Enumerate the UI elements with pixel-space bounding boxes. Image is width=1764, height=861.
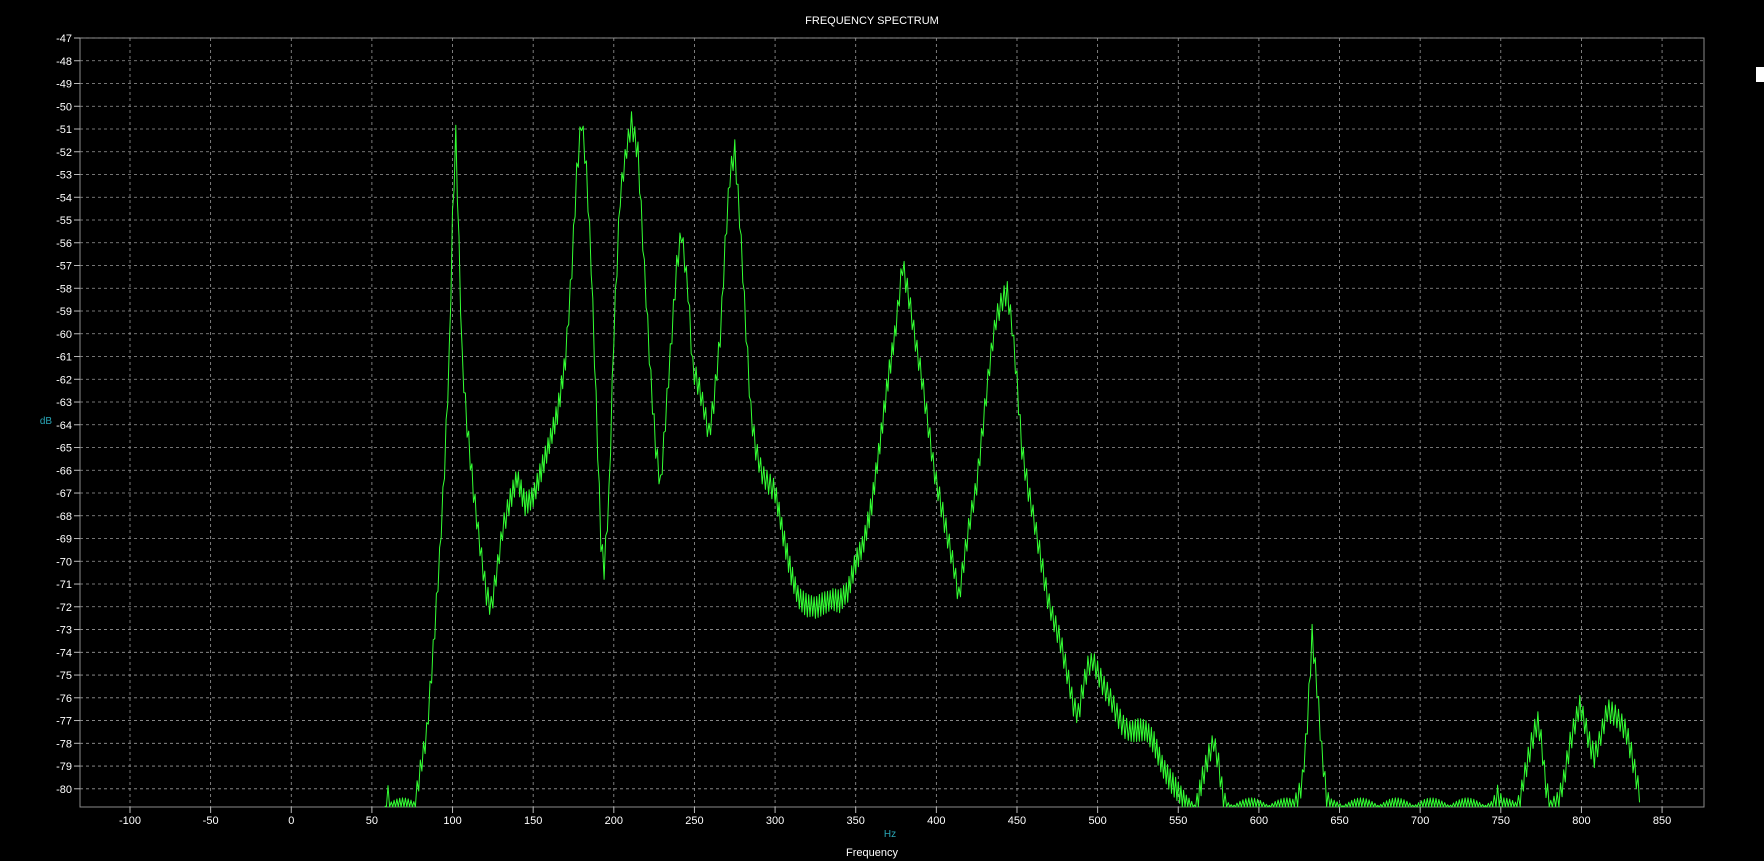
x-tick-label: 600: [1250, 815, 1268, 827]
y-tick-label: -70: [56, 556, 72, 568]
y-tick-label: -77: [56, 716, 72, 728]
y-axis-label: dB: [40, 416, 53, 427]
x-tick-label: 850: [1653, 815, 1671, 827]
y-tick-label: -53: [56, 170, 72, 182]
x-tick-label: 150: [524, 815, 542, 827]
y-tick-label: -69: [56, 534, 72, 546]
y-tick-label: -58: [56, 283, 72, 295]
x-tick-label: 750: [1492, 815, 1510, 827]
series-layer: [384, 111, 1640, 808]
y-tick-label: -61: [56, 352, 72, 364]
y-tick-label: -48: [56, 56, 72, 68]
chart-title: FREQUENCY SPECTRUM: [805, 15, 939, 27]
y-tick-label: -57: [56, 261, 72, 273]
y-axis-ticks: -47 -48 -49 -50 -51 -52 -53 -54 -55 -56 -57 -58 -59 -…: [56, 33, 80, 796]
x-tick-label: 200: [605, 815, 623, 827]
y-tick-label: -64: [56, 420, 72, 432]
y-tick-label: -73: [56, 625, 72, 637]
y-tick-label: -65: [56, 443, 72, 455]
x-axis-ticks: -100 -50 0 50 100 150 200 250 300 350 400 450 500 550…: [119, 807, 1671, 827]
x-tick-label: 100: [443, 815, 461, 827]
x-tick-label: 0: [288, 815, 294, 827]
x-tick-label: 400: [927, 815, 945, 827]
y-tick-label: -51: [56, 124, 72, 136]
x-tick-label: 800: [1572, 815, 1590, 827]
x-tick-label: 650: [1330, 815, 1348, 827]
panel-resize-handle[interactable]: [1756, 67, 1764, 82]
x-tick-label: 50: [366, 815, 378, 827]
y-tick-label: -66: [56, 465, 72, 477]
x-tick-label: 500: [1088, 815, 1106, 827]
y-tick-label: -60: [56, 329, 72, 341]
y-tick-label: -56: [56, 238, 72, 250]
x-tick-label: 350: [847, 815, 865, 827]
x-tick-label: 700: [1411, 815, 1429, 827]
spectrum-trace: [384, 111, 1640, 808]
y-tick-label: -62: [56, 374, 72, 386]
x-tick-label: 550: [1169, 815, 1187, 827]
y-tick-label: -76: [56, 693, 72, 705]
y-tick-label: -80: [56, 784, 72, 796]
x-tick-label: 300: [766, 815, 784, 827]
frequency-spectrum-chart: FREQUENCY SPECTRUM -47 -48 -49 -50 -51 -52 -53…: [40, 15, 1705, 859]
y-tick-label: -68: [56, 511, 72, 523]
y-tick-label: -72: [56, 602, 72, 614]
y-tick-label: -54: [56, 192, 72, 204]
x-tick-label: 250: [685, 815, 703, 827]
plot-border: [79, 37, 1705, 808]
y-tick-label: -74: [56, 647, 72, 659]
y-tick-label: -50: [56, 101, 72, 113]
y-tick-label: -71: [56, 579, 72, 591]
y-tick-label: -49: [56, 79, 72, 91]
y-tick-label: -59: [56, 306, 72, 318]
y-tick-label: -47: [56, 33, 72, 45]
grid-lines: [80, 37, 1704, 807]
plot-area: [79, 37, 1705, 808]
x-tick-label: 450: [1008, 815, 1026, 827]
y-tick-label: -75: [56, 670, 72, 682]
y-tick-label: -55: [56, 215, 72, 227]
y-tick-label: -79: [56, 761, 72, 773]
x-axis-unit: Hz: [884, 829, 896, 840]
y-tick-label: -78: [56, 738, 72, 750]
y-tick-label: -52: [56, 147, 72, 159]
x-axis-label: Frequency: [846, 847, 898, 859]
x-tick-label: -100: [119, 815, 141, 827]
x-tick-label: -50: [203, 815, 219, 827]
y-tick-label: -67: [56, 488, 72, 500]
y-tick-label: -63: [56, 397, 72, 409]
